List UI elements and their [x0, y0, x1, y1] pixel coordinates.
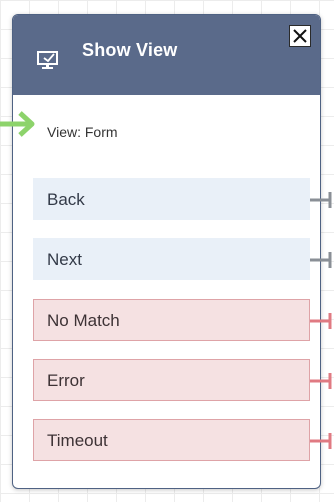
branch-connector-icon[interactable] [310, 372, 334, 390]
branch-next[interactable]: Next [33, 238, 310, 280]
block-title: Show View [82, 40, 178, 60]
branch-label: Back [47, 190, 85, 209]
branch-error[interactable]: Error [33, 359, 310, 401]
monitor-icon [36, 50, 60, 70]
close-button[interactable] [289, 25, 311, 47]
close-icon [293, 29, 307, 43]
branch-timeout[interactable]: Timeout [33, 419, 310, 461]
branch-connector-icon[interactable] [310, 432, 334, 450]
branch-back[interactable]: Back [33, 178, 310, 220]
view-parameter-label: View: Form [47, 124, 118, 140]
branch-connector-icon[interactable] [310, 251, 334, 269]
block-header[interactable]: Show View [13, 15, 320, 95]
branch-connector-icon[interactable] [310, 191, 334, 209]
branch-no-match[interactable]: No Match [33, 299, 310, 341]
branch-label: Error [47, 371, 85, 390]
entry-arrow-icon[interactable] [0, 109, 36, 139]
branch-label: No Match [47, 311, 120, 330]
branch-label: Timeout [47, 431, 108, 450]
branch-connector-icon[interactable] [310, 312, 334, 330]
branch-label: Next [47, 250, 82, 269]
